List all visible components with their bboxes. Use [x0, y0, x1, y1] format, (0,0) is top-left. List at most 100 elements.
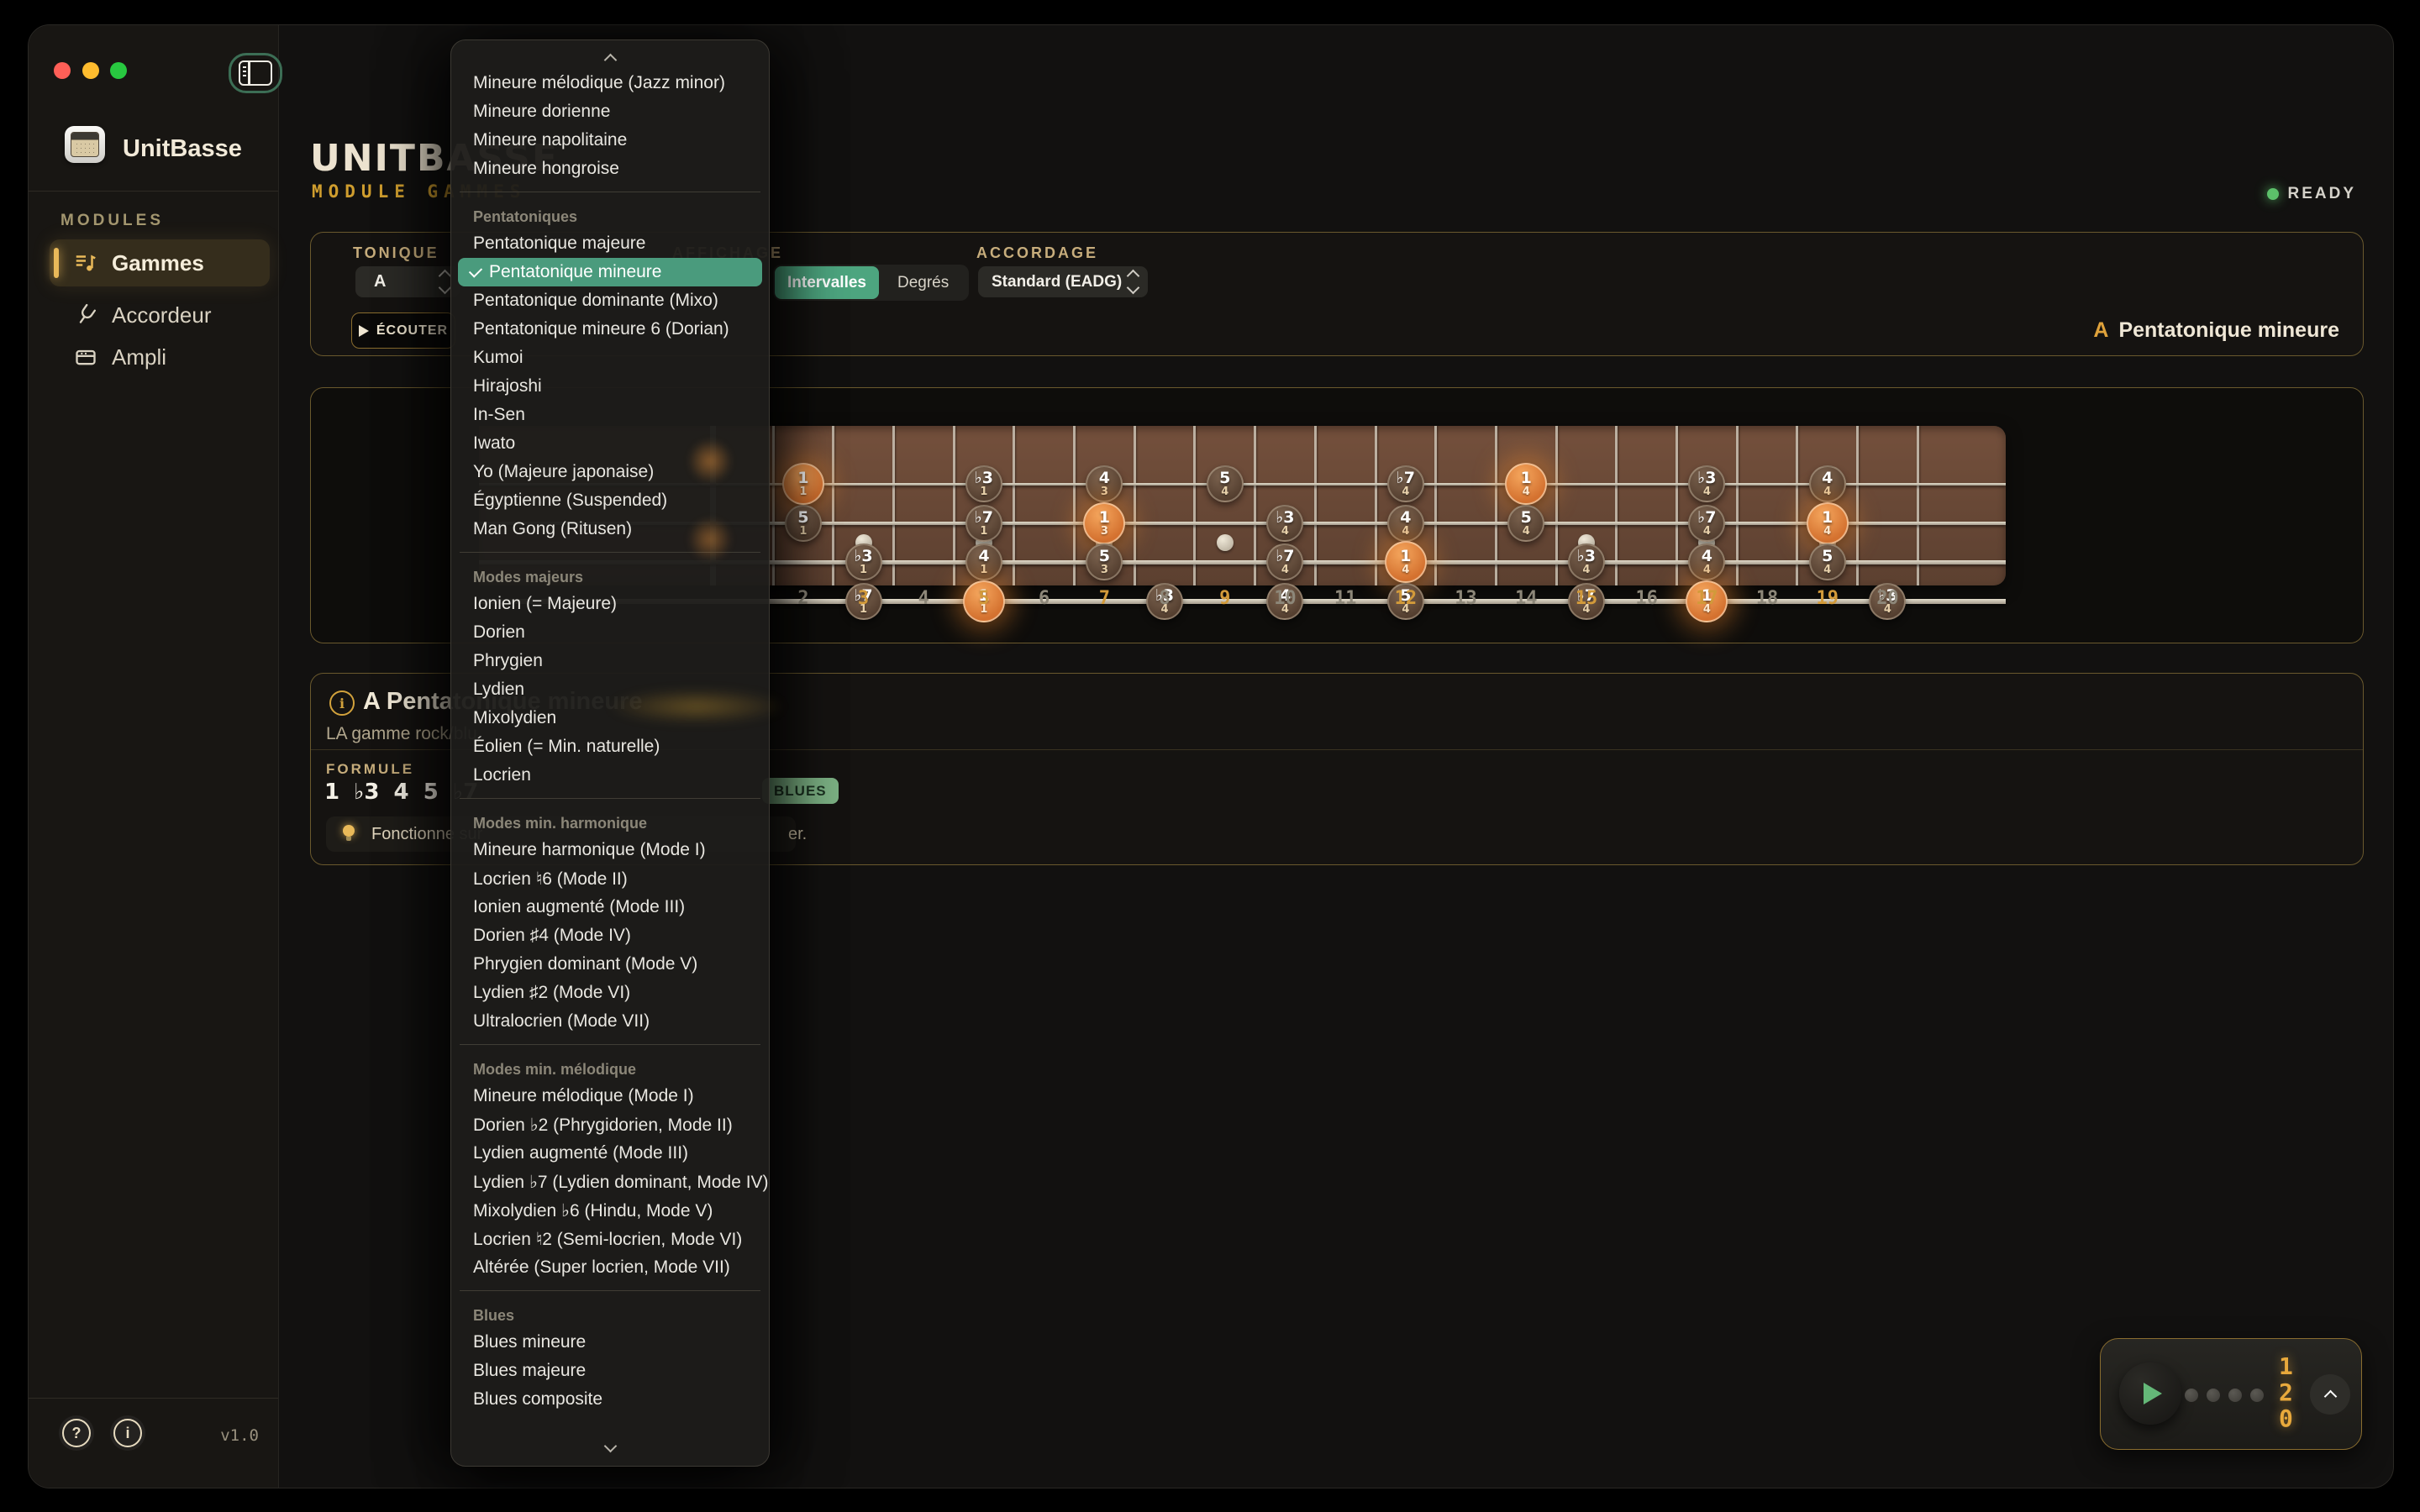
- play-icon: [359, 325, 369, 337]
- menu-item[interactable]: Lydien ♭7 (Lydien dominant, Mode IV): [451, 1168, 769, 1196]
- menu-item[interactable]: Pentatonique mineure 6 (Dorian): [451, 315, 769, 344]
- menu-item[interactable]: Mixolydien: [451, 704, 769, 732]
- menu-divider: [460, 1044, 760, 1045]
- fret-number: 15: [1568, 588, 1605, 609]
- note-marker: 54: [1207, 465, 1244, 502]
- interval-label: ♭7: [1276, 549, 1294, 564]
- menu-divider: [460, 1290, 760, 1291]
- note-marker: 44: [1809, 465, 1846, 502]
- finger-number: 1: [799, 486, 807, 498]
- sidebar-item-gammes[interactable]: Gammes: [50, 239, 270, 286]
- finger-number: 4: [1703, 486, 1711, 498]
- menu-item[interactable]: Phrygien dominant (Mode V): [451, 950, 769, 979]
- note-marker: ♭74: [1387, 465, 1424, 502]
- app-icon: [65, 126, 105, 163]
- scroll-down-zone[interactable]: [451, 1437, 769, 1459]
- display-option-intervalles[interactable]: Intervalles: [775, 266, 879, 299]
- fret-number: 9: [1207, 588, 1244, 609]
- menu-section-header: Pentatoniques: [451, 201, 769, 229]
- menu-item[interactable]: Lydien augmenté (Mode III): [451, 1139, 769, 1168]
- menu-item[interactable]: Phrygien: [451, 647, 769, 675]
- interval-label: 4: [978, 549, 989, 564]
- fret-number: 6: [1026, 588, 1063, 609]
- menu-item[interactable]: Mineure harmonique (Mode I): [451, 836, 769, 864]
- sidebar-item-ampli[interactable]: Ampli: [50, 336, 270, 378]
- fret-number: 5: [965, 588, 1002, 609]
- menu-item[interactable]: Dorien ♯4 (Mode IV): [451, 921, 769, 950]
- fret-number: 17: [1688, 588, 1725, 609]
- ecouter-label: ÉCOUTER: [376, 323, 448, 339]
- bpm-digit: 1: [2279, 1353, 2293, 1379]
- close-window-button[interactable]: [54, 62, 71, 79]
- note-marker: 51: [785, 505, 822, 542]
- tonique-select[interactable]: A: [355, 266, 460, 297]
- interval-label: 1: [1822, 510, 1833, 526]
- menu-item[interactable]: Ionien (= Majeure): [451, 590, 769, 618]
- menu-item[interactable]: Iwato: [451, 429, 769, 458]
- interval-label: 1: [797, 470, 808, 486]
- ecouter-button[interactable]: ÉCOUTER: [351, 312, 455, 349]
- menu-item[interactable]: Altérée (Super locrien, Mode VII): [451, 1253, 769, 1282]
- sidebar-toggle-button[interactable]: [229, 53, 282, 93]
- divider: [29, 191, 278, 192]
- about-button[interactable]: i: [110, 1415, 145, 1451]
- app-window: UnitBasse MODULES Gammes Accordeur: [28, 24, 2394, 1488]
- display-mode-toggle: Intervalles Degrés: [773, 265, 969, 301]
- scroll-up-zone[interactable]: [451, 47, 769, 69]
- tonique-value: A: [374, 272, 386, 291]
- accordage-label: ACCORDAGE: [976, 244, 1098, 262]
- finger-number: 1: [980, 526, 987, 538]
- fret-number: 19: [1809, 588, 1846, 609]
- menu-item[interactable]: Éolien (= Min. naturelle): [451, 732, 769, 761]
- menu-item[interactable]: Dorien ♭2 (Phrygidorien, Mode II): [451, 1110, 769, 1139]
- menu-section-header: Modes min. mélodique: [451, 1053, 769, 1082]
- sidebar-item-accordeur[interactable]: Accordeur: [50, 294, 270, 336]
- bpm-digit: 0: [2279, 1405, 2293, 1431]
- note-marker: ♭74: [1266, 543, 1303, 580]
- interval-label: 4: [1702, 549, 1712, 564]
- menu-item[interactable]: Man Gong (Ritusen): [451, 515, 769, 543]
- menu-item[interactable]: In-Sen: [451, 401, 769, 429]
- menu-item[interactable]: Ultralocrien (Mode VII): [451, 1007, 769, 1036]
- menu-item[interactable]: Mineure dorienne: [451, 97, 769, 126]
- menu-item[interactable]: Mixolydien ♭6 (Hindu, Mode V): [451, 1196, 769, 1225]
- menu-item[interactable]: Blues mineure: [451, 1328, 769, 1357]
- menu-item[interactable]: Lydien ♯2 (Mode VI): [451, 979, 769, 1007]
- display-option-degres[interactable]: Degrés: [879, 266, 967, 299]
- note-marker: 43: [1086, 465, 1123, 502]
- menu-item[interactable]: Locrien: [451, 761, 769, 790]
- menu-item[interactable]: Dorien: [451, 618, 769, 647]
- menu-item[interactable]: Ionien augmenté (Mode III): [451, 893, 769, 921]
- menu-item[interactable]: Hirajoshi: [451, 372, 769, 401]
- transport-play-button[interactable]: [2119, 1362, 2181, 1425]
- expand-transport-button[interactable]: [2310, 1374, 2350, 1415]
- note-marker: ♭71: [965, 505, 1002, 542]
- menu-item[interactable]: Mineure mélodique (Mode I): [451, 1082, 769, 1110]
- menu-item[interactable]: Mineure napolitaine: [451, 126, 769, 155]
- fret-number: 11: [1327, 588, 1364, 609]
- menu-item[interactable]: Pentatonique mineure: [458, 258, 762, 286]
- menu-item[interactable]: Égyptienne (Suspended): [451, 486, 769, 515]
- menu-item[interactable]: Lydien: [451, 675, 769, 704]
- menu-item[interactable]: Mineure hongroise: [451, 155, 769, 183]
- note-marker: 14: [1807, 502, 1849, 544]
- menu-item[interactable]: Pentatonique dominante (Mixo): [451, 286, 769, 315]
- accordage-select[interactable]: Standard (EADG): [978, 266, 1148, 297]
- menu-item[interactable]: Locrien ♮6 (Mode II): [451, 864, 769, 893]
- menu-item[interactable]: Mineure mélodique (Jazz minor): [451, 69, 769, 97]
- menu-item[interactable]: Pentatonique majeure: [451, 229, 769, 258]
- menu-item[interactable]: Blues majeure: [451, 1357, 769, 1385]
- menu-item[interactable]: Blues composite: [451, 1385, 769, 1414]
- interval-label: ♭3: [854, 549, 872, 564]
- note-marker: ♭74: [1688, 505, 1725, 542]
- menu-item[interactable]: Yo (Majeure japonaise): [451, 458, 769, 486]
- menu-item[interactable]: Locrien ♮2 (Semi-locrien, Mode VI): [451, 1225, 769, 1253]
- note-marker: ♭31: [965, 465, 1002, 502]
- sidebar-item-label: Gammes: [112, 250, 204, 276]
- zoom-window-button[interactable]: [110, 62, 127, 79]
- menu-item[interactable]: Kumoi: [451, 344, 769, 372]
- minimize-window-button[interactable]: [82, 62, 99, 79]
- bpm-digit: 2: [2279, 1379, 2293, 1405]
- help-button[interactable]: ?: [59, 1415, 94, 1451]
- app-name: UnitBasse: [123, 135, 242, 163]
